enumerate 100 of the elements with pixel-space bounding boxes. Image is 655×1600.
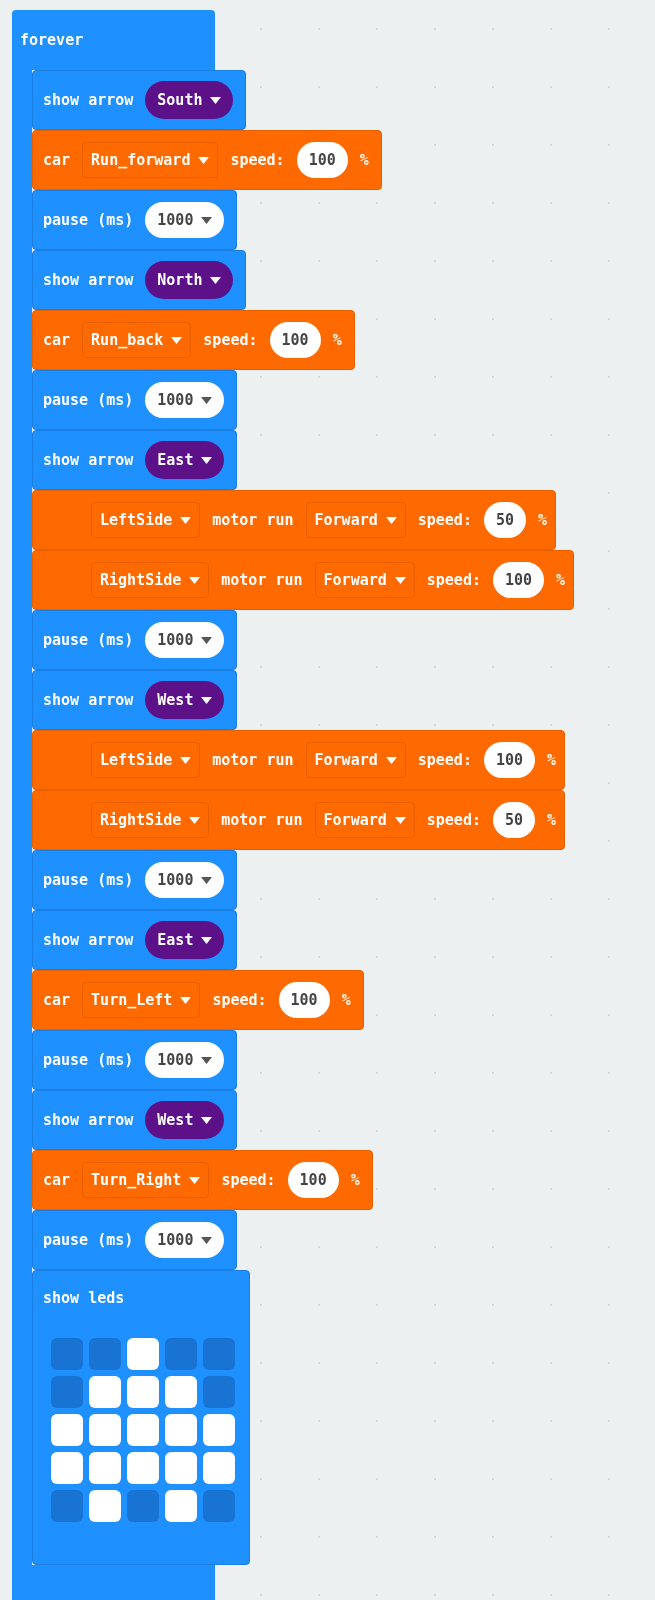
pause-block[interactable]: pause (ms) 1000 — [32, 850, 238, 910]
led-on[interactable] — [203, 1413, 235, 1446]
number-dropdown[interactable]: 1000 — [145, 202, 225, 238]
caret-icon — [201, 456, 213, 464]
block-label: % — [547, 809, 557, 831]
led-on[interactable] — [127, 1375, 159, 1408]
direction-dropdown[interactable]: West — [145, 681, 225, 719]
show-arrow-block[interactable]: show arrow North — [32, 250, 247, 310]
pause-block[interactable]: pause (ms) 1000 — [32, 1030, 238, 1090]
motor-block[interactable]: LeftSide motor run Forward speed: 50 % — [32, 490, 557, 550]
block-label: pause (ms) — [43, 1049, 134, 1071]
block-label: speed: — [426, 569, 481, 591]
block-label: pause (ms) — [43, 389, 134, 411]
block-label: car — [43, 149, 71, 171]
direction-dropdown[interactable]: North — [145, 261, 234, 299]
caret-icon — [201, 1116, 213, 1124]
block-label: pause (ms) — [43, 1229, 134, 1251]
led-on[interactable] — [165, 1375, 197, 1408]
number-field[interactable]: 100 — [483, 742, 536, 778]
block-label: car — [43, 1169, 71, 1191]
block-label: show arrow — [43, 449, 134, 471]
number-dropdown[interactable]: 1000 — [145, 1042, 225, 1078]
caret-icon — [201, 396, 213, 404]
show-arrow-block[interactable]: show arrow South — [32, 70, 247, 130]
block-label: % — [359, 149, 369, 171]
direction-dropdown[interactable]: East — [145, 921, 225, 959]
caret-icon — [201, 216, 213, 224]
number-field[interactable]: 100 — [296, 142, 348, 178]
led-on[interactable] — [165, 1413, 197, 1446]
show-arrow-block[interactable]: show arrow West — [32, 1090, 238, 1150]
number-field[interactable]: 50 — [483, 502, 526, 538]
caret-icon — [171, 336, 183, 344]
block-label: show leds — [43, 1288, 126, 1309]
caret-icon — [180, 996, 192, 1004]
block-label: show arrow — [43, 89, 134, 111]
block-label: pause (ms) — [43, 869, 134, 891]
led-on[interactable] — [89, 1489, 121, 1522]
car-block[interactable]: car Turn_Right speed: 100 % — [32, 1150, 373, 1210]
number-field[interactable]: 100 — [492, 562, 545, 598]
pause-block[interactable]: pause (ms) 1000 — [32, 610, 238, 670]
block-label: % — [556, 569, 566, 591]
block-label: speed: — [203, 329, 258, 351]
show-arrow-block[interactable]: show arrow West — [32, 670, 238, 730]
block-label: car — [43, 989, 71, 1011]
block-label: pause (ms) — [43, 209, 134, 231]
block-label: % — [332, 329, 342, 351]
block-label: motor run — [221, 569, 303, 591]
led-on[interactable] — [165, 1451, 197, 1484]
caret-icon — [385, 756, 397, 764]
number-dropdown[interactable]: 1000 — [145, 1222, 225, 1258]
block-label: pause (ms) — [43, 629, 134, 651]
led-on[interactable] — [51, 1413, 83, 1446]
block-label: speed: — [230, 149, 285, 171]
led-on[interactable] — [203, 1451, 235, 1484]
caret-icon — [180, 516, 192, 524]
block-label: show arrow — [43, 269, 134, 291]
car-block[interactable]: car Run_back speed: 100 % — [32, 310, 355, 370]
caret-icon — [180, 756, 192, 764]
number-field[interactable]: 50 — [492, 802, 536, 838]
led-on[interactable] — [89, 1413, 121, 1446]
caret-icon — [189, 1176, 201, 1184]
car-block[interactable]: car Turn_Left speed: 100 % — [32, 970, 364, 1030]
block-label: show arrow — [43, 929, 134, 951]
number-dropdown[interactable]: 1000 — [145, 862, 225, 898]
block-label: forever — [20, 29, 84, 51]
motor-block[interactable]: RightSide motor run Forward speed: 100 % — [32, 550, 575, 610]
led-on[interactable] — [89, 1451, 121, 1484]
block-label: motor run — [221, 809, 303, 831]
direction-dropdown[interactable]: West — [145, 1101, 225, 1139]
car-block[interactable]: car Run_forward speed: 100 % — [32, 130, 382, 190]
motor-block[interactable]: RightSide motor run Forward speed: 50 % — [32, 790, 566, 850]
block-label: show arrow — [43, 689, 134, 711]
block-label: speed: — [417, 749, 472, 771]
caret-icon — [189, 576, 201, 584]
direction-dropdown[interactable]: East — [145, 441, 225, 479]
number-dropdown[interactable]: 1000 — [145, 382, 225, 418]
number-field[interactable]: 100 — [278, 982, 330, 1018]
pause-block[interactable]: pause (ms) 1000 — [32, 190, 238, 250]
led-on[interactable] — [127, 1413, 159, 1446]
show-arrow-block[interactable]: show arrow East — [32, 430, 238, 490]
show-arrow-block[interactable]: show arrow East — [32, 910, 238, 970]
led-on[interactable] — [165, 1489, 197, 1522]
pause-block[interactable]: pause (ms) 1000 — [32, 370, 238, 430]
motor-block[interactable]: LeftSide motor run Forward speed: 100 % — [32, 730, 566, 790]
led-on[interactable] — [127, 1337, 159, 1370]
caret-icon — [201, 1056, 213, 1064]
caret-icon — [198, 156, 210, 164]
led-on[interactable] — [51, 1451, 83, 1484]
number-field[interactable]: 100 — [287, 1162, 339, 1198]
pause-block[interactable]: pause (ms) 1000 — [32, 1210, 238, 1270]
caret-icon — [201, 1236, 213, 1244]
number-dropdown[interactable]: 1000 — [145, 622, 225, 658]
caret-icon — [394, 816, 406, 824]
led-on[interactable] — [89, 1375, 121, 1408]
direction-dropdown[interactable]: South — [145, 81, 234, 119]
number-field[interactable]: 100 — [269, 322, 321, 358]
led-on[interactable] — [127, 1451, 159, 1484]
block-label: % — [538, 509, 548, 531]
caret-icon — [201, 696, 213, 704]
caret-icon — [201, 636, 213, 644]
